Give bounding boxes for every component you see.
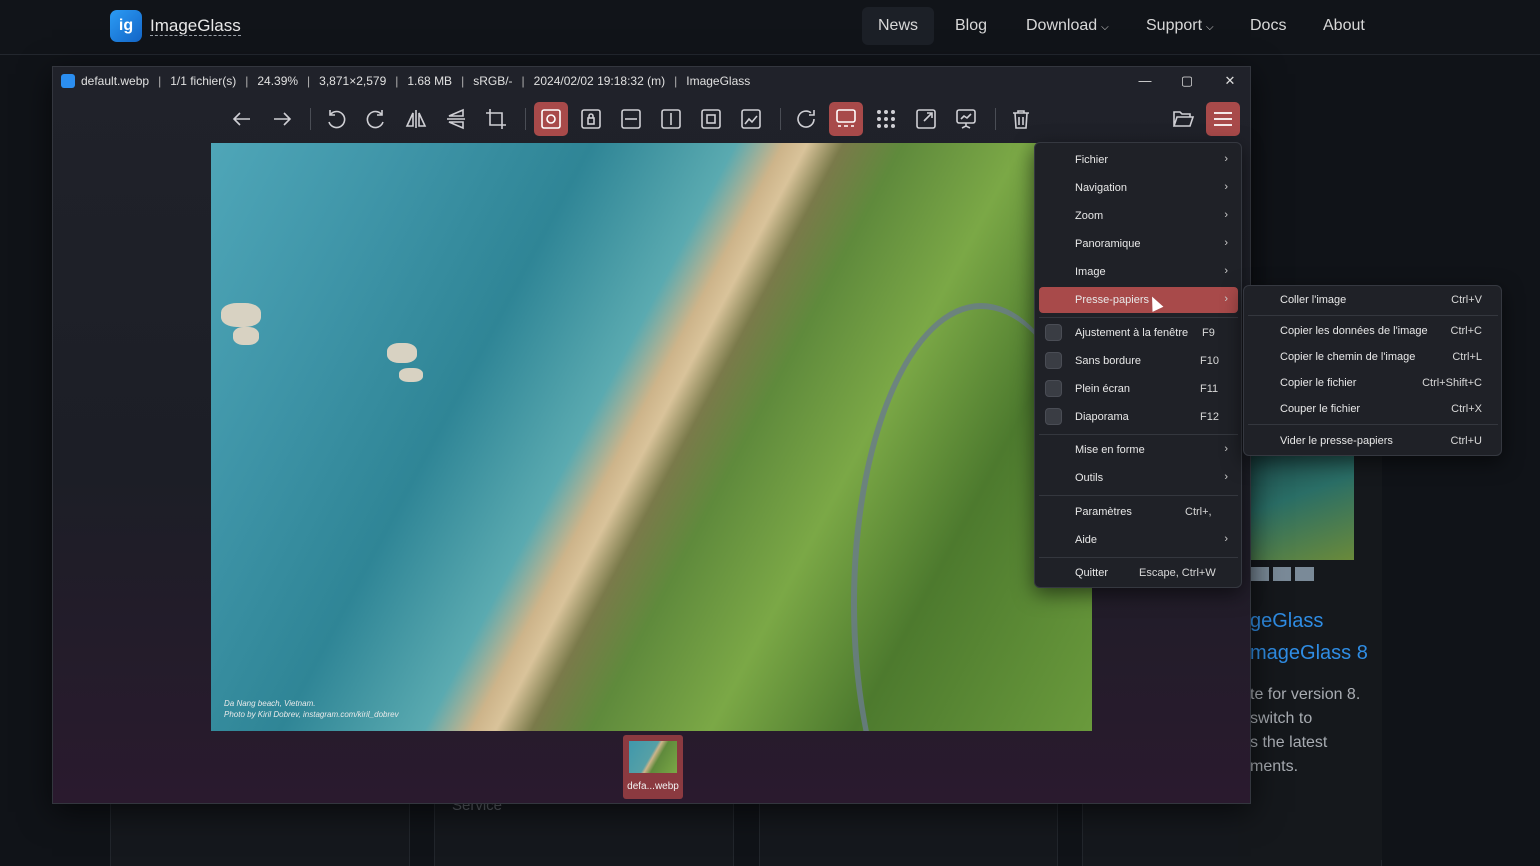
checkbox[interactable]: [1045, 380, 1062, 397]
gallery-icon[interactable]: [829, 102, 863, 136]
gallery-thumbnail[interactable]: defa...webp: [623, 735, 683, 799]
site-brand-name[interactable]: ImageGlass: [150, 17, 241, 36]
back-arrow-icon[interactable]: [225, 102, 259, 136]
submenu-item-copier-chemin[interactable]: Copier le chemin de l'image Ctrl+L: [1248, 345, 1498, 369]
checkerboard-icon[interactable]: [869, 102, 903, 136]
scale-to-fit-icon[interactable]: [694, 102, 728, 136]
background-article-minis: [1250, 567, 1315, 581]
submenu-item-vider[interactable]: Vider le presse-papiers Ctrl+U: [1248, 429, 1498, 453]
menu-item-ajustement[interactable]: Ajustement à la fenêtre F9: [1039, 320, 1238, 346]
menu-item-plein-ecran[interactable]: Plein écran F11: [1039, 376, 1238, 402]
refresh-icon[interactable]: [789, 102, 823, 136]
delete-icon[interactable]: [1004, 102, 1038, 136]
chevron-right-icon: ›: [1224, 293, 1228, 305]
chevron-right-icon: ›: [1224, 443, 1228, 455]
checkbox[interactable]: [1045, 352, 1062, 369]
menu-item-parametres[interactable]: Paramètres Ctrl+,: [1039, 499, 1238, 525]
nav-docs[interactable]: Docs: [1234, 7, 1302, 45]
menu-item-fichier[interactable]: Fichier ›: [1039, 147, 1238, 173]
nav-about[interactable]: About: [1307, 7, 1381, 45]
rotate-left-icon[interactable]: [319, 102, 353, 136]
nav-news[interactable]: News: [862, 7, 935, 45]
menu-item-zoom[interactable]: Zoom ›: [1039, 203, 1238, 229]
chevron-right-icon: ›: [1224, 471, 1228, 483]
photo-caption: Da Nang beach, Vietnam.: [224, 699, 316, 708]
title-file-count: 1/1 fichier(s): [170, 74, 237, 88]
submenu-item-copier-donnees[interactable]: Copier les données de l'image Ctrl+C: [1248, 319, 1498, 343]
title-dimensions: 3,871×2,579: [319, 74, 387, 88]
app-icon: [61, 74, 75, 88]
scale-to-height-icon[interactable]: [654, 102, 688, 136]
lock-zoom-icon[interactable]: [574, 102, 608, 136]
flip-horizontal-icon[interactable]: [399, 102, 433, 136]
background-article-title[interactable]: geGlass: [1250, 610, 1323, 633]
flip-vertical-icon[interactable]: [439, 102, 473, 136]
nav-download[interactable]: Download ⌵: [1010, 7, 1125, 45]
open-folder-icon[interactable]: [1166, 102, 1200, 136]
menu-item-sans-bordure[interactable]: Sans bordure F10: [1039, 348, 1238, 374]
rotate-right-icon[interactable]: [359, 102, 393, 136]
chevron-right-icon: ›: [1224, 181, 1228, 193]
title-date: 2024/02/02 19:18:32 (m): [533, 74, 666, 88]
chevron-right-icon: ›: [1224, 209, 1228, 221]
menu-item-navigation[interactable]: Navigation ›: [1039, 175, 1238, 201]
main-image-viewer[interactable]: Da Nang beach, Vietnam. Photo by Kiril D…: [211, 143, 1092, 731]
slideshow-icon[interactable]: [949, 102, 983, 136]
background-article-text: te for version 8.: [1250, 686, 1361, 703]
maximize-button[interactable]: ▢: [1166, 67, 1208, 95]
chevron-right-icon: ›: [1224, 237, 1228, 249]
clipboard-submenu: Coller l'image Ctrl+V Copier les données …: [1243, 285, 1502, 456]
title-app-name: ImageGlass: [686, 74, 751, 88]
chevron-down-icon: ⌵: [1101, 22, 1109, 33]
submenu-item-coller-image[interactable]: Coller l'image Ctrl+V: [1248, 288, 1498, 312]
main-menu: Fichier › Navigation › Zoom › Panoramique › …: [1034, 142, 1242, 588]
menu-item-diaporama[interactable]: Diaporama F12: [1039, 404, 1238, 430]
crop-icon[interactable]: [479, 102, 513, 136]
forward-arrow-icon[interactable]: [265, 102, 299, 136]
menu-item-presse-papiers[interactable]: Presse-papiers ›: [1039, 287, 1238, 313]
photo-caption: Photo by Kiril Dobrev, instagram.com/kir…: [224, 710, 399, 719]
chevron-right-icon: ›: [1224, 533, 1228, 545]
background-article-text: s the latest: [1250, 734, 1328, 751]
toolbar: [53, 100, 1250, 140]
chevron-right-icon: ›: [1224, 153, 1228, 165]
menu-item-aide[interactable]: Aide ›: [1039, 527, 1238, 553]
menu-item-outils[interactable]: Outils ›: [1039, 465, 1238, 491]
submenu-item-couper-fichier[interactable]: Couper le fichier Ctrl+X: [1248, 397, 1498, 421]
title-filesize: 1.68 MB: [407, 74, 453, 88]
menu-item-quitter[interactable]: Quitter Escape, Ctrl+W: [1039, 560, 1238, 586]
auto-zoom-icon[interactable]: [534, 102, 568, 136]
menu-item-image[interactable]: Image ›: [1039, 259, 1238, 285]
nav-blog[interactable]: Blog: [939, 7, 1003, 45]
background-article-title[interactable]: mageGlass 8: [1250, 642, 1368, 665]
title-color-profile: sRGB/-: [473, 74, 513, 88]
background-article-image: [1250, 456, 1354, 560]
title-zoom: 24.39%: [257, 74, 299, 88]
title-bar[interactable]: default.webp | 1/1 fichier(s) | 24.39% |…: [53, 67, 1250, 95]
menu-icon[interactable]: [1206, 102, 1240, 136]
chevron-down-icon: ⌵: [1206, 22, 1214, 33]
imageglass-logo-icon[interactable]: ig: [110, 10, 142, 42]
menu-item-mise-en-forme[interactable]: Mise en forme ›: [1039, 437, 1238, 463]
minimize-button[interactable]: —: [1124, 67, 1166, 95]
submenu-item-copier-fichier[interactable]: Copier le fichier Ctrl+Shift+C: [1248, 371, 1498, 395]
checkbox[interactable]: [1045, 408, 1062, 425]
nav-support[interactable]: Support ⌵: [1130, 7, 1230, 45]
close-button[interactable]: ✕: [1209, 67, 1250, 95]
title-filename: default.webp: [81, 74, 150, 88]
site-nav-bar: ig ImageGlass News Blog Download ⌵ Suppor…: [0, 0, 1540, 55]
scale-to-fill-icon[interactable]: [734, 102, 768, 136]
checkbox[interactable]: [1045, 324, 1062, 341]
thumbnail-label: defa...webp: [627, 781, 679, 792]
menu-item-panoramique[interactable]: Panoramique ›: [1039, 231, 1238, 257]
chevron-right-icon: ›: [1224, 265, 1228, 277]
scale-to-width-icon[interactable]: [614, 102, 648, 136]
background-article-text: ments.: [1250, 758, 1299, 775]
background-article-text: switch to: [1250, 710, 1313, 727]
fullscreen-icon[interactable]: [909, 102, 943, 136]
